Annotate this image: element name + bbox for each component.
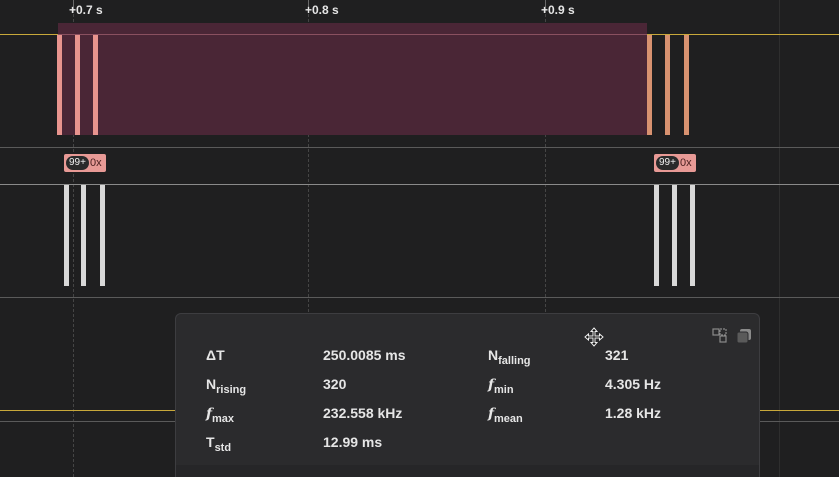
decode-count: 99+	[66, 156, 89, 170]
signal-pulse	[57, 35, 62, 135]
measurement-label-f-max: fmax	[206, 406, 235, 425]
measurement-value-f-min: 4.305 Hz	[605, 376, 662, 392]
channel-0-separator	[0, 147, 839, 148]
signal-pulse	[684, 35, 689, 135]
channel-1-separator	[0, 297, 839, 298]
tile-icon[interactable]	[712, 328, 728, 344]
decode-badge[interactable]: 99+ 0x	[654, 154, 696, 172]
measurement-label-f-mean: fmean	[488, 406, 523, 425]
decode-count: 99+	[656, 156, 679, 170]
measurement-label-t-std: Tstd	[206, 434, 232, 454]
signal-pulse	[647, 35, 652, 135]
channel-0-selection-line	[58, 34, 647, 35]
move-cursor-icon	[584, 327, 604, 347]
measurement-value-f-mean: 1.28 kHz	[605, 405, 662, 421]
ruler-label-0.8: +0.8 s	[305, 3, 339, 17]
panel-footer	[176, 465, 759, 477]
measurement-value-n-rising: 320	[323, 376, 347, 392]
measurement-value-n-falling: 321	[605, 347, 629, 363]
measurement-value-delta-t: 250.0085 ms	[323, 347, 406, 363]
signal-pulse	[672, 185, 677, 286]
decode-hex: 0x	[679, 157, 692, 169]
grid-line-edge	[779, 0, 780, 477]
signal-pulse	[81, 185, 86, 286]
measurement-label-n-rising: Nrising	[206, 376, 247, 396]
signal-pulse	[100, 185, 105, 286]
decode-hex: 0x	[89, 157, 102, 169]
signal-pulse	[64, 185, 69, 286]
signal-pulse	[75, 35, 80, 135]
signal-pulse	[93, 35, 98, 135]
signal-pulse	[665, 35, 670, 135]
decode-badge[interactable]: 99+ 0x	[64, 154, 106, 172]
measurement-value-t-std: 12.99 ms	[323, 434, 383, 450]
measurement-panel[interactable]: ΔT 250.0085 ms Nrising 320 fmax 232.558 …	[175, 313, 760, 477]
ruler-label-0.7: +0.7 s	[69, 3, 103, 17]
measurement-value-f-max: 232.558 kHz	[323, 405, 403, 421]
measurement-label-f-min: fmin	[488, 377, 514, 396]
measurement-label-delta-t: ΔT	[206, 347, 225, 363]
channel-1-high-line	[0, 184, 839, 185]
measurement-label-n-falling: Nfalling	[488, 347, 531, 367]
signal-pulse	[690, 185, 695, 286]
signal-pulse	[654, 185, 659, 286]
time-selection-region[interactable]	[58, 23, 647, 135]
copy-icon[interactable]	[736, 328, 752, 344]
ruler-label-0.9: +0.9 s	[541, 3, 575, 17]
